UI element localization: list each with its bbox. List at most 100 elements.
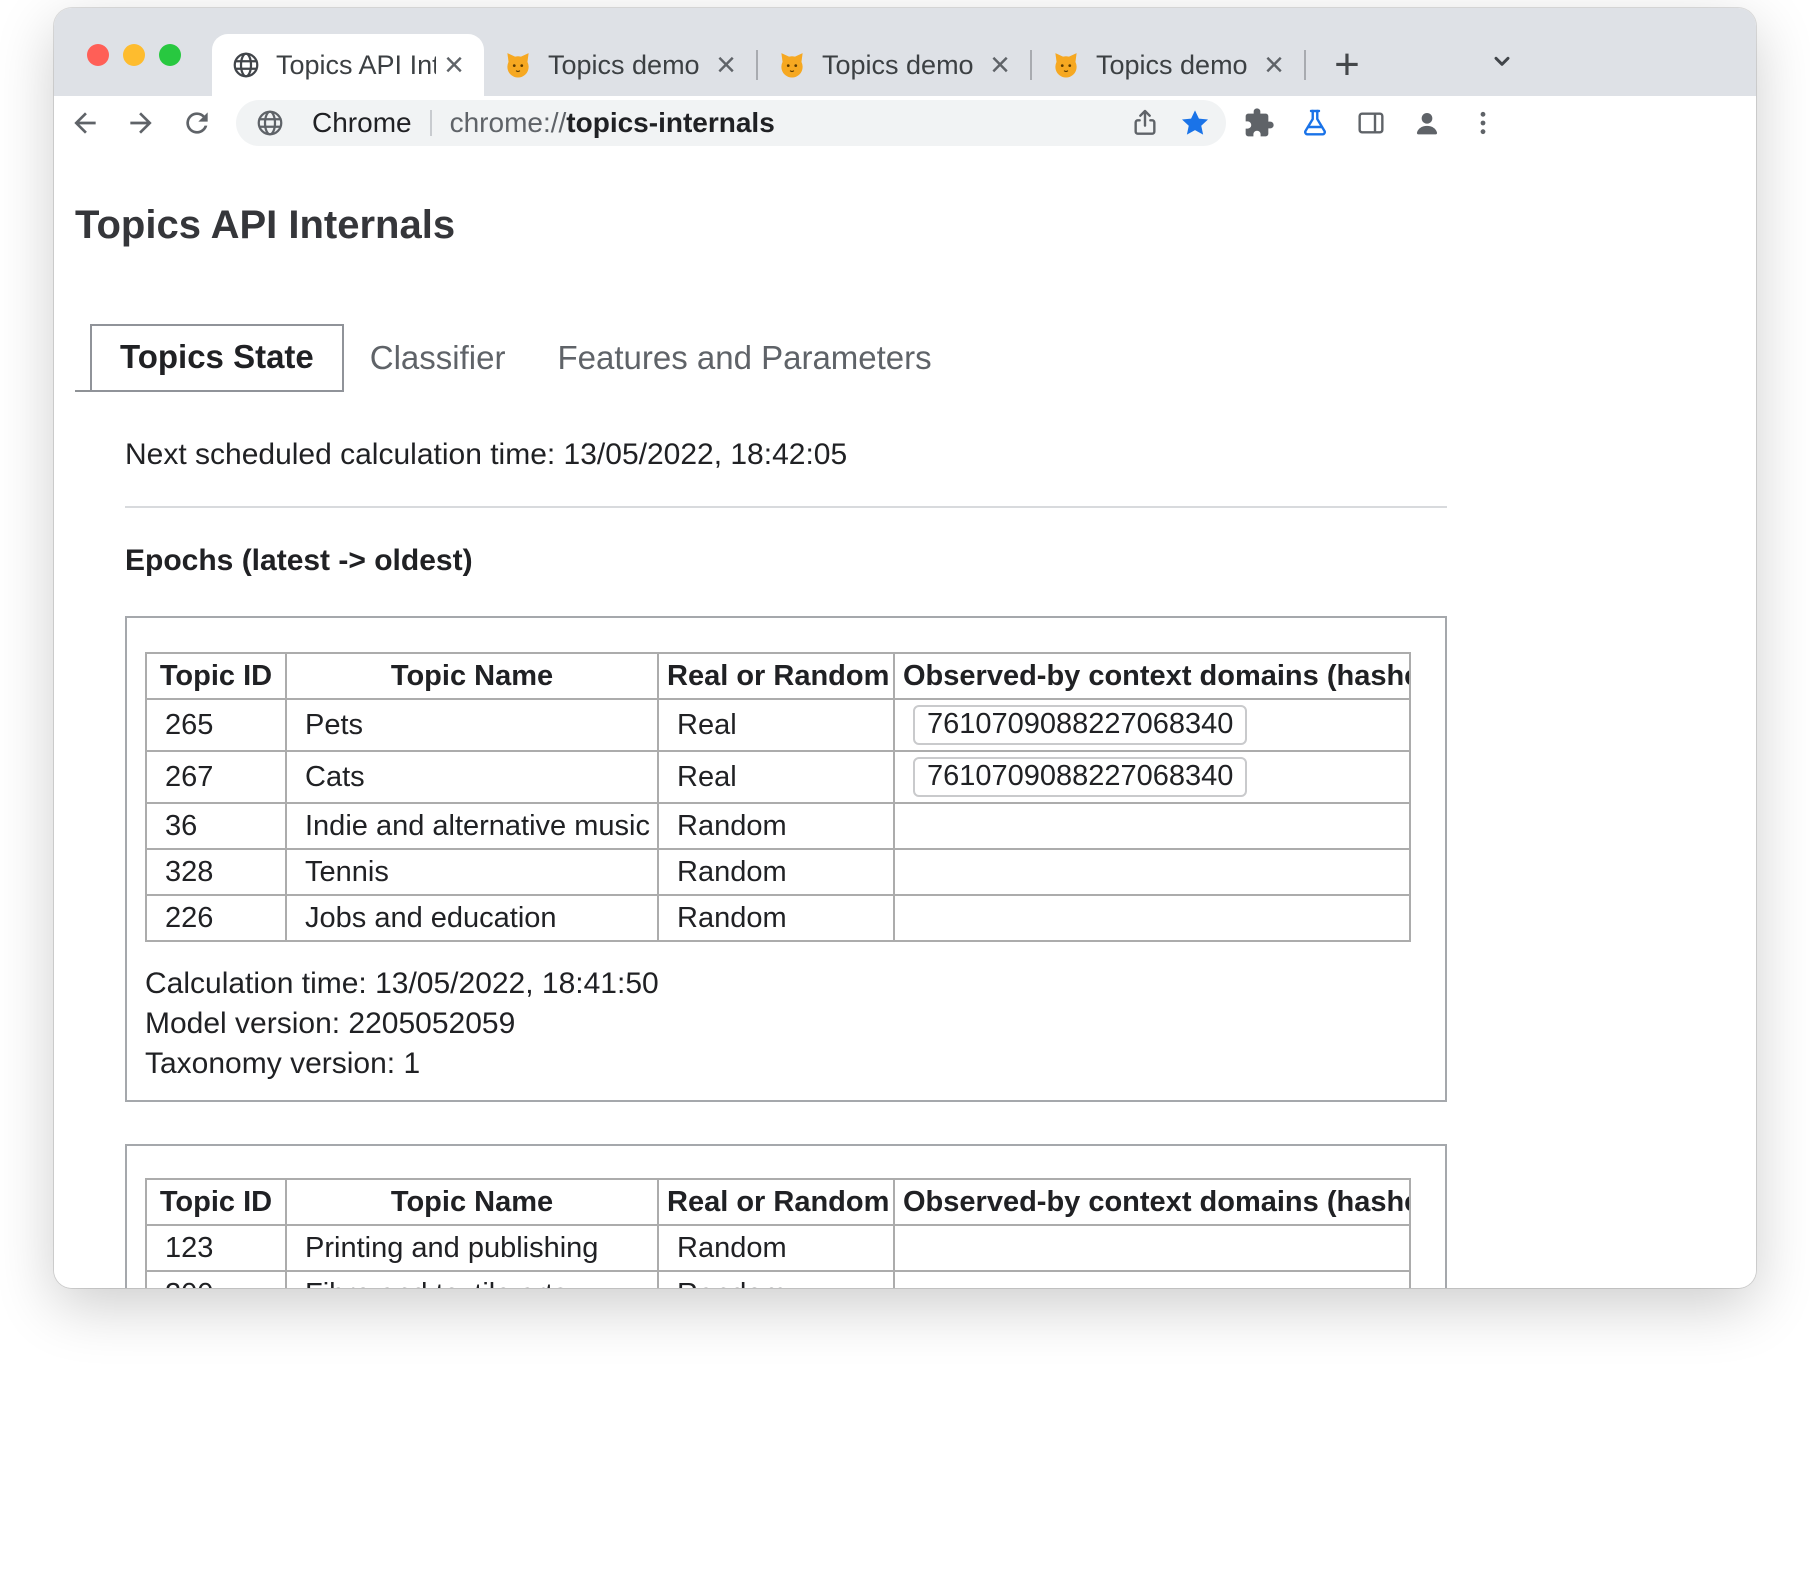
epoch-table: Topic ID Topic Name Real or Random Obser… xyxy=(145,652,1411,942)
cell-topic-id: 123 xyxy=(146,1225,286,1271)
forward-button[interactable] xyxy=(118,100,164,146)
profile-avatar-icon[interactable] xyxy=(1404,100,1450,146)
tab-classifier[interactable]: Classifier xyxy=(344,327,532,389)
cat-favicon-icon xyxy=(1050,49,1082,81)
epoch-meta: Calculation time: 13/05/2022, 18:41:50 M… xyxy=(145,964,1427,1084)
table-header-row: Topic ID Topic Name Real or Random Obser… xyxy=(146,653,1410,699)
table-header-row: Topic ID Topic Name Real or Random Obser… xyxy=(146,1179,1410,1225)
topics-state-panel: Next scheduled calculation time: 13/05/2… xyxy=(125,438,1447,1288)
cell-real-or-random: Random xyxy=(658,803,894,849)
cell-topic-id: 265 xyxy=(146,699,286,751)
cell-real-or-random: Random xyxy=(658,895,894,941)
col-header-observed-domains: Observed-by context domains (hashed) xyxy=(894,1179,1410,1225)
browser-tab-topics-demo-1[interactable]: Topics demo × xyxy=(484,34,756,96)
epochs-heading: Epochs (latest -> oldest) xyxy=(125,544,1447,578)
close-tab-icon[interactable]: × xyxy=(982,47,1018,83)
table-row: 265 Pets Real 7610709088227068340 xyxy=(146,699,1410,751)
col-header-topic-id: Topic ID xyxy=(146,653,286,699)
tab-separator xyxy=(1304,50,1306,80)
epoch-box-latest: Topic ID Topic Name Real or Random Obser… xyxy=(125,616,1447,1102)
cell-topic-name: Fibre and textile arts xyxy=(286,1271,658,1288)
reload-button[interactable] xyxy=(174,100,220,146)
col-header-topic-name: Topic Name xyxy=(286,653,658,699)
col-header-topic-name: Topic Name xyxy=(286,1179,658,1225)
table-row: 123 Printing and publishing Random xyxy=(146,1225,1410,1271)
table-row: 226 Jobs and education Random xyxy=(146,895,1410,941)
window-controls xyxy=(87,44,181,66)
close-tab-icon[interactable]: × xyxy=(1256,47,1292,83)
cell-topic-id: 328 xyxy=(146,849,286,895)
browser-tab-topics-demo-2[interactable]: Topics demo × xyxy=(758,34,1030,96)
table-row: 328 Tennis Random xyxy=(146,849,1410,895)
back-button[interactable] xyxy=(62,100,108,146)
page-tab-bar: Topics State Classifier Features and Par… xyxy=(75,324,1756,392)
divider xyxy=(125,506,1447,508)
url-host: topics-internals xyxy=(566,107,774,138)
side-panel-icon[interactable] xyxy=(1348,100,1394,146)
site-globe-icon xyxy=(254,107,286,139)
cell-topic-id: 226 xyxy=(146,895,286,941)
url-scheme: chrome:// xyxy=(450,107,567,138)
table-row: 36 Indie and alternative music Random xyxy=(146,803,1410,849)
cell-domains: 7610709088227068340 xyxy=(894,699,1410,751)
share-icon[interactable] xyxy=(1124,102,1166,144)
cell-topic-name: Tennis xyxy=(286,849,658,895)
labs-flask-icon[interactable] xyxy=(1292,100,1338,146)
cell-domains xyxy=(894,1225,1410,1271)
cell-real-or-random: Real xyxy=(658,751,894,803)
cell-topic-name: Pets xyxy=(286,699,658,751)
tab-search-chevron-icon[interactable] xyxy=(1479,38,1525,84)
cell-real-or-random: Random xyxy=(658,1225,894,1271)
hashed-domain-chip[interactable]: 7610709088227068340 xyxy=(913,757,1247,797)
cell-domains: 7610709088227068340 xyxy=(894,751,1410,803)
col-header-topic-id: Topic ID xyxy=(146,1179,286,1225)
omnibox[interactable]: Chrome chrome://topics-internals xyxy=(236,100,1226,146)
tab-topics-state[interactable]: Topics State xyxy=(90,324,344,392)
cell-topic-name: Jobs and education xyxy=(286,895,658,941)
browser-tab-topics-internals[interactable]: Topics API Intern × xyxy=(212,34,484,96)
cell-real-or-random: Random xyxy=(658,849,894,895)
zoom-window-button[interactable] xyxy=(159,44,181,66)
cell-topic-id: 267 xyxy=(146,751,286,803)
cell-topic-id: 200 xyxy=(146,1271,286,1288)
browser-toolbar: Chrome chrome://topics-internals xyxy=(54,96,1756,150)
model-version: Model version: 2205052059 xyxy=(145,1004,1427,1044)
table-row: 200 Fibre and textile arts Random xyxy=(146,1271,1410,1288)
cell-domains xyxy=(894,849,1410,895)
cell-domains xyxy=(894,895,1410,941)
calculation-time: Calculation time: 13/05/2022, 18:41:50 xyxy=(145,964,1427,1004)
tab-title: Topics demo xyxy=(1096,50,1256,81)
browser-window: Topics API Intern × Topics demo × xyxy=(54,8,1756,1288)
close-tab-icon[interactable]: × xyxy=(708,47,744,83)
taxonomy-version: Taxonomy version: 1 xyxy=(145,1044,1427,1084)
epoch-table: Topic ID Topic Name Real or Random Obser… xyxy=(145,1178,1411,1288)
cat-favicon-icon xyxy=(776,49,808,81)
extensions-puzzle-icon[interactable] xyxy=(1236,100,1282,146)
cell-topic-name: Printing and publishing xyxy=(286,1225,658,1271)
new-tab-button[interactable]: + xyxy=(1320,38,1374,92)
page-content: Topics API Internals Topics State Classi… xyxy=(54,150,1756,1288)
close-tab-icon[interactable]: × xyxy=(436,47,472,83)
epoch-box-older: Topic ID Topic Name Real or Random Obser… xyxy=(125,1144,1447,1288)
browser-menu-icon[interactable] xyxy=(1460,100,1506,146)
url-text[interactable]: chrome://topics-internals xyxy=(450,107,775,139)
omnibox-divider xyxy=(430,110,432,136)
cell-topic-name: Indie and alternative music xyxy=(286,803,658,849)
tab-title: Topics demo xyxy=(822,50,982,81)
site-chip-label[interactable]: Chrome xyxy=(312,107,412,139)
col-header-observed-domains: Observed-by context domains (hashed) xyxy=(894,653,1410,699)
minimize-window-button[interactable] xyxy=(123,44,145,66)
col-header-real-or-random: Real or Random xyxy=(658,653,894,699)
col-header-real-or-random: Real or Random xyxy=(658,1179,894,1225)
cell-real-or-random: Real xyxy=(658,699,894,751)
cat-favicon-icon xyxy=(502,49,534,81)
globe-favicon-icon xyxy=(230,49,262,81)
hashed-domain-chip[interactable]: 7610709088227068340 xyxy=(913,705,1247,745)
close-window-button[interactable] xyxy=(87,44,109,66)
table-row: 267 Cats Real 7610709088227068340 xyxy=(146,751,1410,803)
browser-tab-topics-demo-3[interactable]: Topics demo × xyxy=(1032,34,1304,96)
cell-domains xyxy=(894,1271,1410,1288)
tab-features-and-parameters[interactable]: Features and Parameters xyxy=(531,327,957,389)
bookmark-star-icon[interactable] xyxy=(1174,102,1216,144)
next-calculation-time: Next scheduled calculation time: 13/05/2… xyxy=(125,438,1447,472)
